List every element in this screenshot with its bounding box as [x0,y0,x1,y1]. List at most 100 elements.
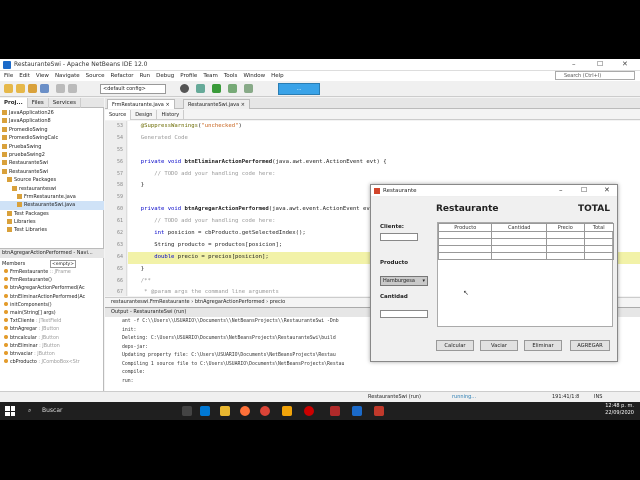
build-icon[interactable] [180,84,189,93]
tree-item[interactable]: PromedioSwingCalc [0,134,104,142]
table-row[interactable] [437,238,615,246]
menu-refactor[interactable]: Refactor [111,71,134,81]
menu-team[interactable]: Team [203,71,218,81]
dialog-close-button[interactable]: ✕ [604,186,610,194]
navigator-item[interactable]: TxtCliente : JTextField [0,318,104,326]
tab-history[interactable]: History [157,110,185,120]
table-row[interactable] [437,231,615,239]
navigator-item[interactable]: initComponents() [0,301,104,310]
run-icon[interactable] [212,84,221,93]
tree-item[interactable]: JavaApplication26 [0,109,104,117]
tree-item[interactable]: RestauranteSwi [0,159,104,167]
navigator-item[interactable]: btnAgregarActionPerformed(Ac [0,285,104,293]
eliminar-button[interactable]: Eliminar [524,340,562,351]
tree-item[interactable]: PromedioSwing [0,126,104,134]
menu-profile[interactable]: Profile [180,71,197,81]
navigator-item[interactable]: btnvaciar : JButton [0,350,104,359]
column-header[interactable]: Precio [546,223,585,232]
menu-edit[interactable]: Edit [19,71,30,81]
edge-icon[interactable] [200,406,210,416]
breadcrumb-variable[interactable]: precio [270,299,285,305]
tree-item[interactable]: RestauranteSwi.java [0,201,104,210]
winrar-icon[interactable] [330,406,340,416]
navigator-item[interactable]: FrmRestaurante :: JFrame [0,269,104,277]
memory-indicator[interactable]: ... [278,83,320,95]
menu-navigate[interactable]: Navigate [55,71,80,81]
menu-file[interactable]: File [4,71,13,81]
tree-item[interactable]: RestauranteSwi [0,168,104,176]
calcular-button[interactable]: Calcular [436,340,474,351]
navigator-item[interactable]: btnAgregar : JButton [0,326,104,334]
dialog-minimize-button[interactable]: – [559,186,563,194]
dialog-maximize-button[interactable]: ☐ [581,186,587,194]
debug-icon[interactable] [228,84,237,93]
menu-window[interactable]: Window [243,71,265,81]
navigator-item[interactable]: btnEliminarActionPerformed(Ac [0,293,104,302]
chrome-icon[interactable] [260,406,270,416]
tab-restauranteswi[interactable]: RestauranteSwi.java × [183,99,250,109]
search-input[interactable]: Search (Ctrl+I) [555,71,635,80]
firefox-icon[interactable] [240,406,250,416]
app-icon[interactable] [282,406,292,416]
agregar-button[interactable]: AGREGAR [570,340,610,351]
navigator-item[interactable]: btnEliminar : JButton [0,342,104,351]
navigator-item[interactable]: main(String[] args) [0,309,104,318]
tree-item[interactable]: Libraries [0,218,104,226]
tab-services[interactable]: Services [49,98,81,108]
tree-item[interactable]: restauranteswi [0,185,104,193]
config-select[interactable]: <default config> [100,84,166,94]
tab-files[interactable]: Files [28,98,49,108]
undo-icon[interactable] [56,84,65,93]
close-button[interactable]: ✕ [622,60,628,68]
profile-icon[interactable] [244,84,253,93]
redo-icon[interactable] [68,84,77,93]
tree-item[interactable]: PruebaSwing [0,143,104,151]
tab-design[interactable]: Design [131,110,158,120]
new-project-icon[interactable] [4,84,13,93]
windows-start-icon[interactable] [5,406,15,416]
tab-source[interactable]: Source [105,110,132,120]
breadcrumb-method[interactable]: btnAgregarActionPerformed [195,299,265,305]
menu-source[interactable]: Source [86,71,105,81]
minimize-button[interactable]: – [572,60,576,68]
taskbar-search[interactable]: ⌕ Buscar [20,403,120,419]
tree-item[interactable]: Test Packages [0,210,104,218]
menu-debug[interactable]: Debug [156,71,174,81]
status-task[interactable]: RestauranteSwi (run) [368,392,421,402]
cliente-field[interactable] [380,233,418,241]
members-filter-select[interactable]: <empty> [50,260,76,268]
tree-item[interactable]: FrmRestaurante.java [0,193,104,201]
save-all-icon[interactable] [40,84,49,93]
column-header[interactable]: Cantidad [491,223,548,232]
table-row[interactable] [437,252,615,260]
new-file-icon[interactable] [16,84,25,93]
cantidad-field[interactable] [380,310,428,318]
menu-run[interactable]: Run [140,71,151,81]
tab-projects[interactable]: Proj... [0,98,28,108]
tree-item[interactable]: pruebaSwing2 [0,151,104,159]
open-project-icon[interactable] [28,84,37,93]
menu-tools[interactable]: Tools [224,71,238,81]
tree-item[interactable]: Test Libraries [0,226,104,234]
menu-help[interactable]: Help [271,71,284,81]
tree-item[interactable]: Source Packages [0,176,104,184]
vaciar-button[interactable]: Vaciar [480,340,518,351]
tree-item[interactable]: JavaApplication8 [0,117,104,125]
navigator-item[interactable]: cbProducto : JComboBox<Str [0,359,104,367]
menu-view[interactable]: View [36,71,49,81]
column-header[interactable]: Producto [437,223,493,232]
column-header[interactable]: Total [583,223,615,232]
java-app-icon[interactable] [374,406,384,416]
file-explorer-icon[interactable] [220,406,230,416]
maximize-button[interactable]: ☐ [597,60,603,68]
tab-frmrestaurante[interactable]: FrmRestaurante.java × [107,99,175,109]
breadcrumb-class[interactable]: restauranteswi.FrmRestaurante [111,299,190,305]
table-row[interactable] [437,245,615,253]
record-icon[interactable] [304,406,314,416]
navigator-item[interactable]: btncalcular : JButton [0,334,104,343]
order-table[interactable]: Producto Cantidad Precio Total [437,222,615,327]
system-clock[interactable]: 12:48 p. m. 22/09/2020 [588,403,634,417]
netbeans-icon[interactable] [352,406,362,416]
navigator-item[interactable]: FrmRestaurante() [0,277,104,285]
task-view-icon[interactable] [182,406,192,416]
